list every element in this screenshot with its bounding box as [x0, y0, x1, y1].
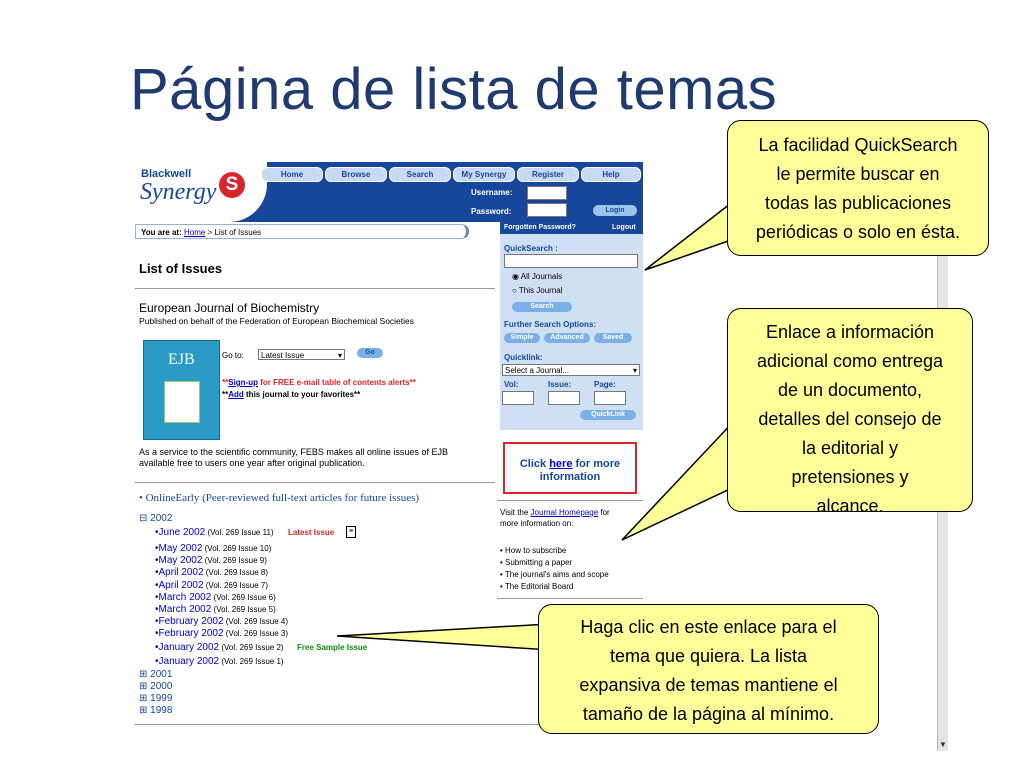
- callout-line: de un documento,: [777, 380, 923, 400]
- callout-line: tema que quiera. La lista: [609, 646, 808, 666]
- callout-more-info: Enlace a información adicional como entr…: [727, 308, 973, 516]
- callout-line: La facilidad QuickSearch: [758, 135, 958, 155]
- callout-quicksearch: La facilidad QuickSearch le permite busc…: [727, 120, 989, 256]
- callout-line: adicional como entrega: [756, 351, 944, 371]
- callout-line: periódicas o solo en ésta.: [755, 222, 961, 242]
- callout3-tail: [336, 623, 551, 651]
- callout-line: expansiva de temas mantiene el: [579, 675, 838, 695]
- callout-line: Haga clic en este enlace para el: [580, 617, 837, 637]
- callout-line: Enlace a información: [765, 322, 935, 342]
- callout-line: alcance.: [816, 496, 884, 516]
- callout-line: detalles del consejo de: [758, 409, 942, 429]
- callout-line: todas las publicaciones: [764, 193, 952, 213]
- callout-line: pretensiones y: [791, 467, 909, 487]
- callout-line: le permite buscar en: [776, 164, 940, 184]
- callout-line: tamaño de la página al mínimo.: [582, 704, 835, 724]
- callout-line: la editorial y: [801, 438, 899, 458]
- callout-issue-list: Haga clic en este enlace para el tema qu…: [538, 604, 879, 734]
